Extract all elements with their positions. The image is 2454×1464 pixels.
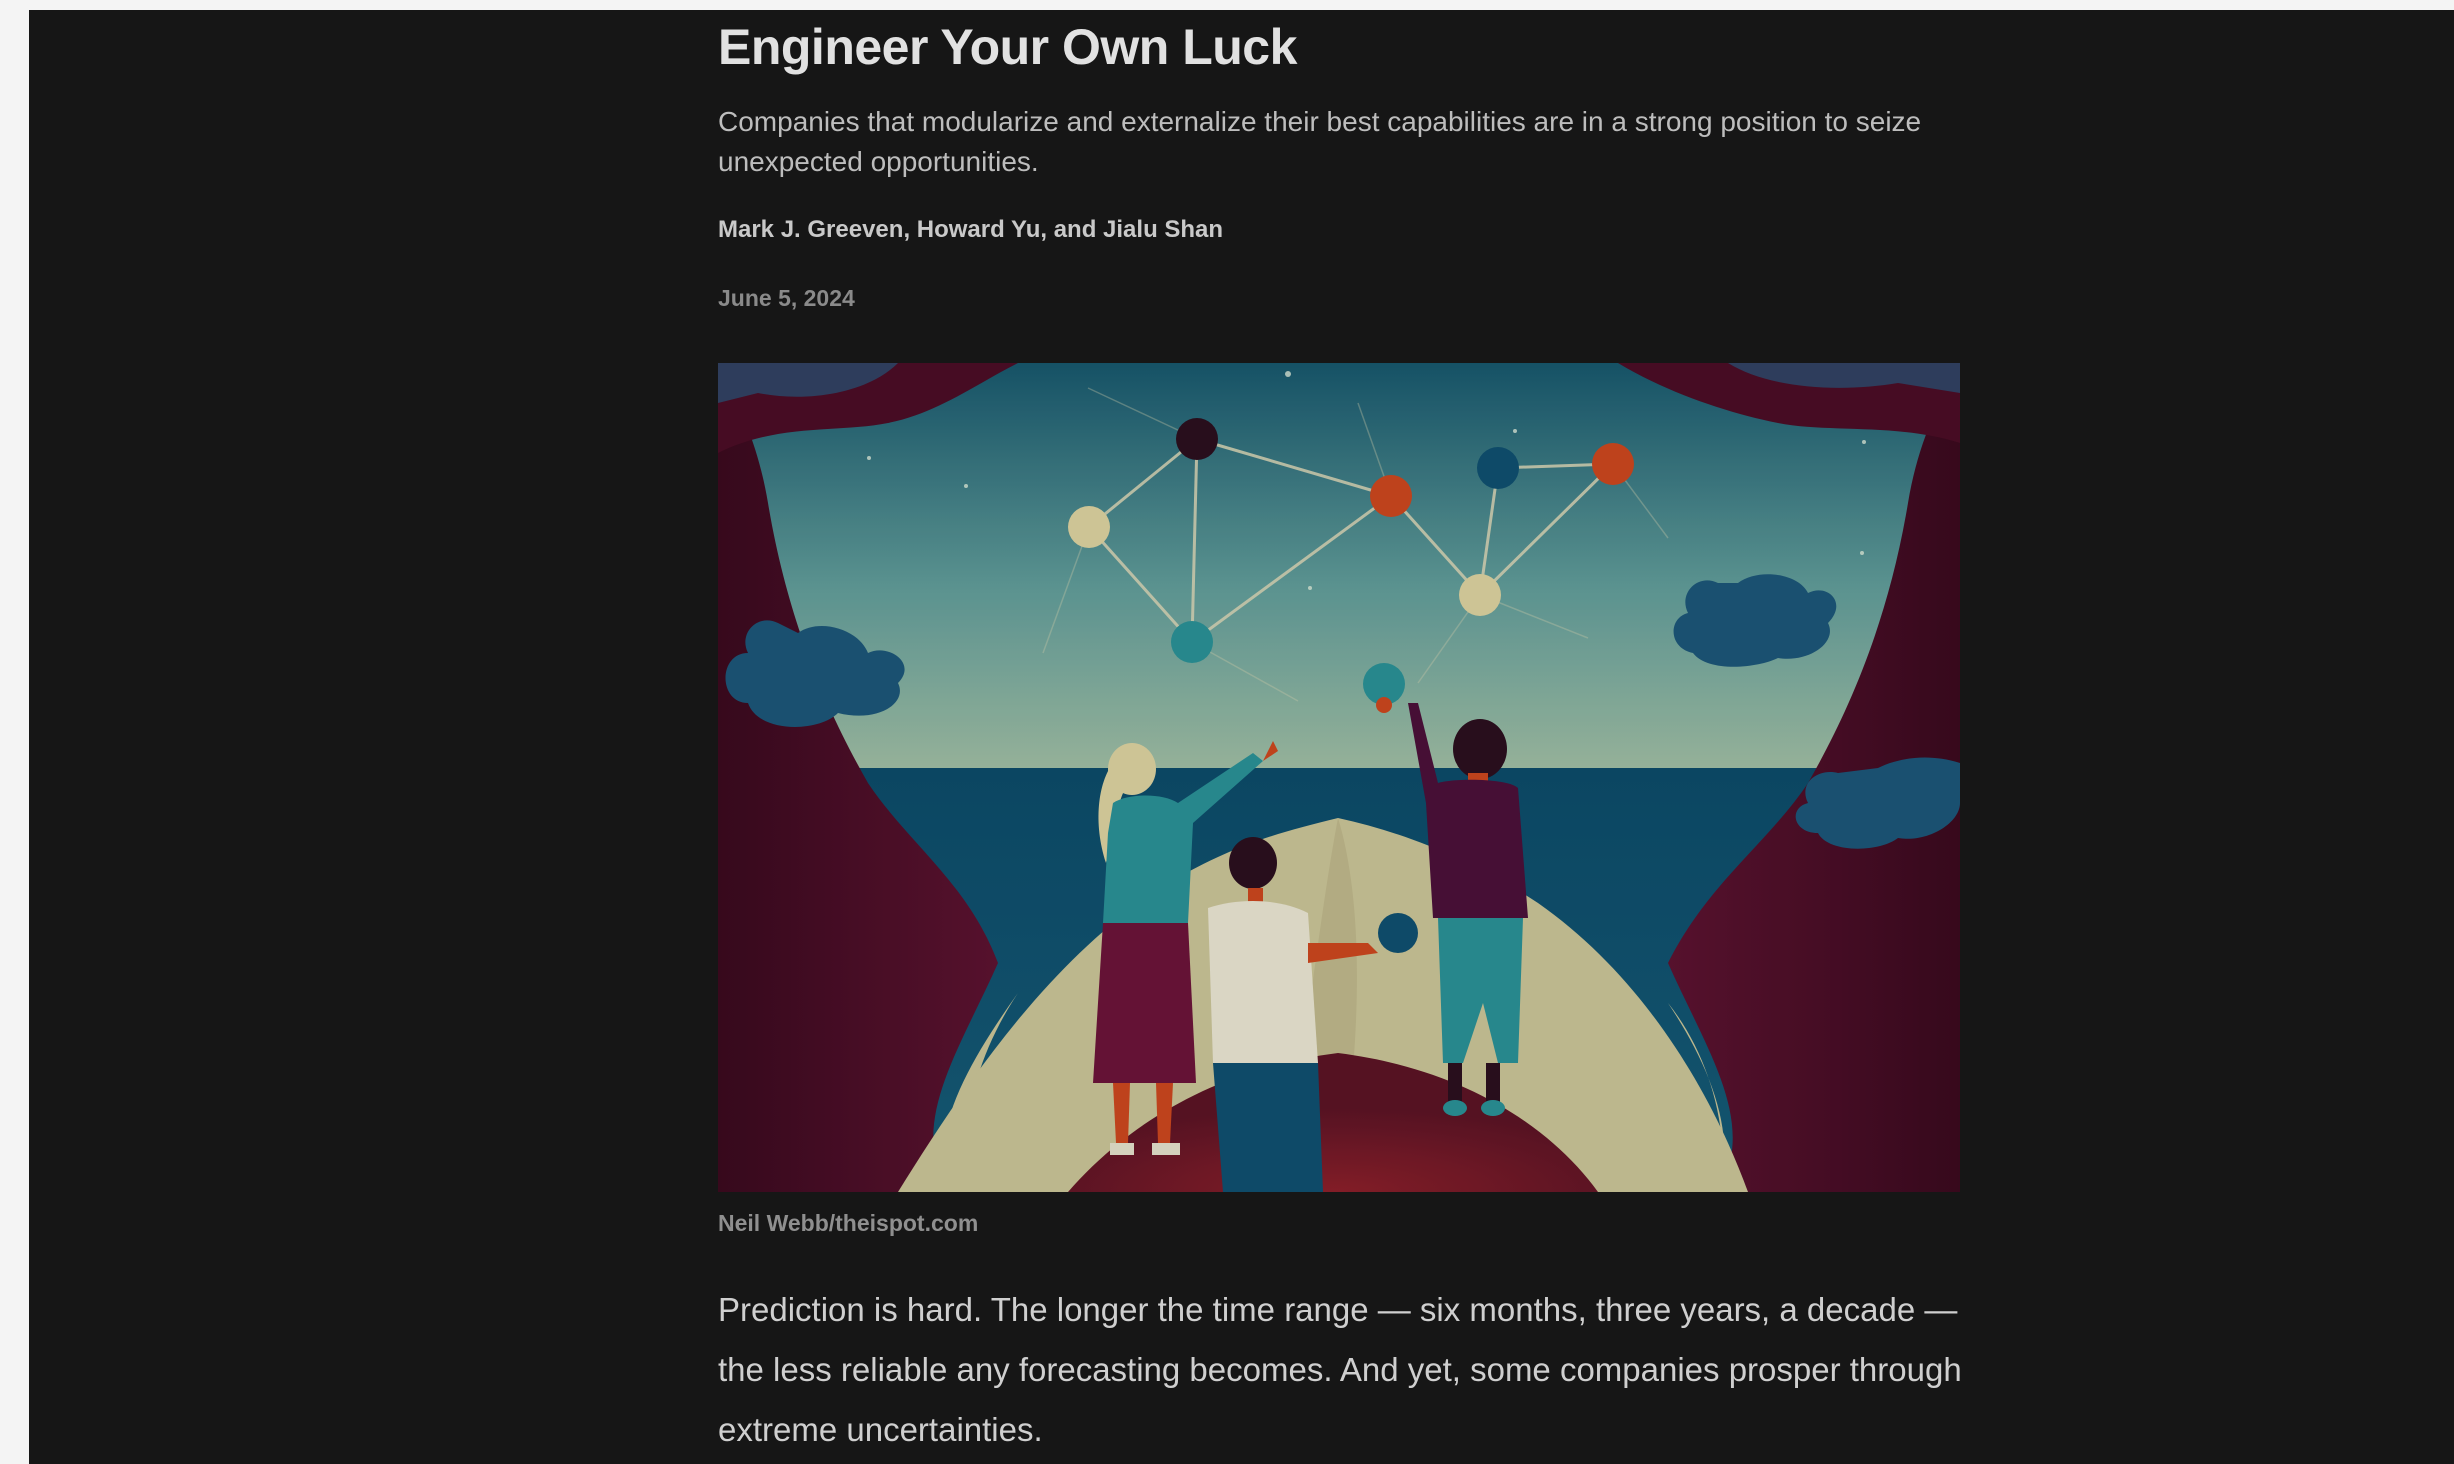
image-credit: Neil Webb/theispot.com [718, 1210, 979, 1236]
article-dek: Companies that modularize and externaliz… [718, 106, 1922, 177]
hero-illustration [718, 363, 1960, 1192]
article-first-paragraph: Prediction is hard. The longer the time … [718, 1291, 1962, 1448]
article-date: June 5, 2024 [718, 285, 855, 311]
page-viewport: Engineer Your Own Luck Companies that mo… [29, 10, 2454, 1464]
article-title: Engineer Your Own Luck [718, 19, 1297, 75]
article-authors[interactable]: Mark J. Greeven, Howard Yu, and Jialu Sh… [718, 216, 1223, 244]
constellation-illustration [718, 363, 1960, 1192]
